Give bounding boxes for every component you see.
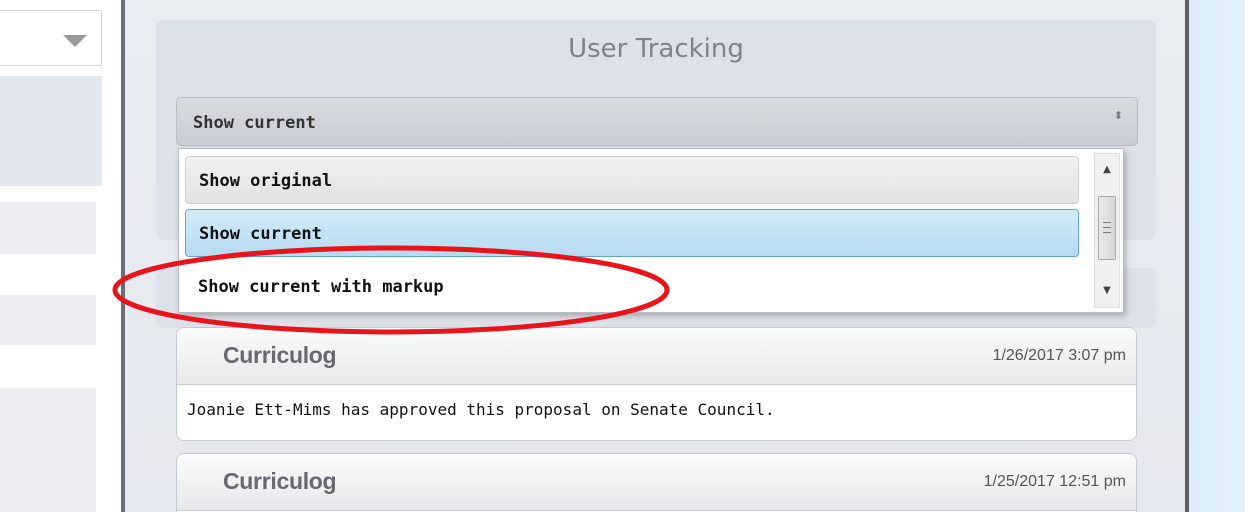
select-value: Show current [193, 113, 316, 133]
entry-timestamp: 1/26/2017 3:07 pm [992, 347, 1126, 364]
panel-title: User Tracking [568, 34, 744, 64]
scroll-up-icon[interactable]: ▲ [1095, 158, 1119, 182]
left-panel-block [0, 202, 96, 254]
left-panel-block [0, 295, 96, 345]
entry-timestamp: 1/25/2017 12:51 pm [983, 473, 1126, 490]
entry-source: Curriculog [223, 468, 337, 494]
entry-source: Curriculog [223, 342, 337, 368]
activity-entry: Curriculog 1/25/2017 12:51 pm [176, 453, 1137, 512]
view-mode-dropdown: Show original Show current Show current … [178, 148, 1124, 313]
grip-icon [1103, 222, 1111, 233]
entry-header: Curriculog 1/26/2017 3:07 pm [177, 328, 1136, 385]
right-background [1189, 0, 1245, 512]
dropdown-scrollbar[interactable]: ▲ ▼ [1094, 153, 1120, 308]
left-panel-block [0, 76, 102, 186]
option-show-current-with-markup[interactable]: Show current with markup [185, 263, 1079, 311]
chevron-down-icon[interactable] [63, 35, 87, 47]
left-select[interactable] [0, 10, 102, 66]
option-show-original[interactable]: Show original [185, 156, 1079, 204]
entry-header: Curriculog 1/25/2017 12:51 pm [177, 454, 1136, 511]
panel-border-left [121, 0, 125, 512]
left-panel-block [0, 388, 96, 512]
scroll-down-icon[interactable]: ▼ [1095, 279, 1119, 303]
view-mode-select[interactable]: Show current ⬍ [176, 97, 1138, 146]
select-arrows-icon: ⬍ [1113, 109, 1123, 122]
scrollbar-thumb[interactable] [1098, 196, 1116, 260]
activity-entry: Curriculog 1/26/2017 3:07 pm Joanie Ett-… [176, 327, 1137, 441]
option-show-current[interactable]: Show current [185, 209, 1079, 257]
entry-message: Joanie Ett-Mims has approved this propos… [187, 400, 775, 419]
